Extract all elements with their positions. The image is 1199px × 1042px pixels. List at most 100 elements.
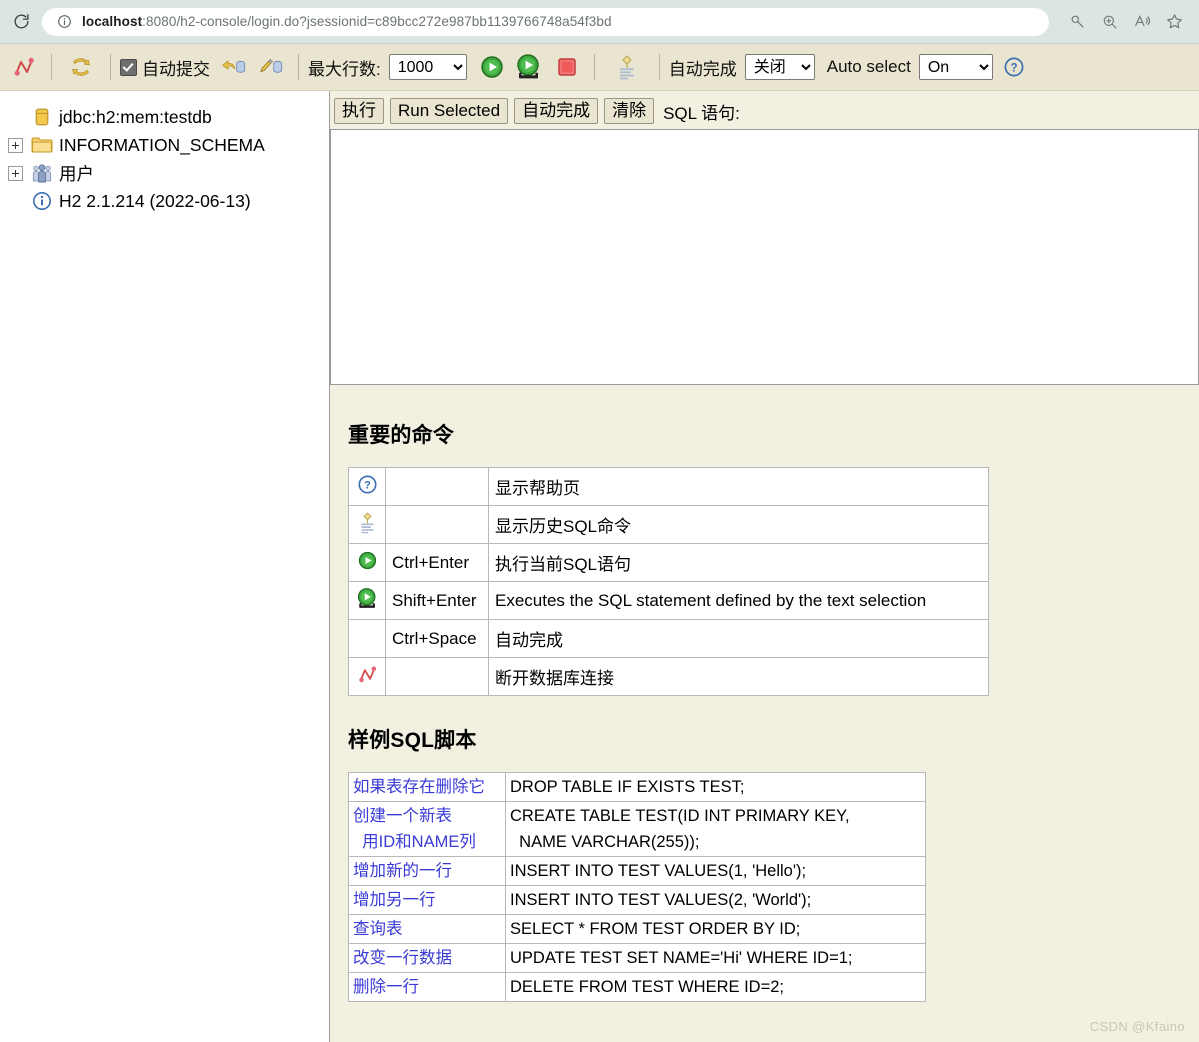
cell-icon: ? [348,467,386,506]
cell-shortcut: Ctrl+Space [385,619,489,658]
autocomplete-button[interactable]: 自动完成 [514,97,599,125]
run-selected-sql-button[interactable]: Run Selected [390,97,509,125]
script-sql: INSERT INTO TEST VALUES(1, 'Hello'); [505,856,926,886]
url-host: localhost [82,14,143,29]
table-row: Ctrl+Space 自动完成 [348,619,989,658]
favorite-star-icon[interactable] [1159,7,1189,37]
toolbar-separator [51,54,52,80]
autoselect-label: Auto select [826,57,911,76]
stop-icon [557,58,576,76]
tree-item-users[interactable]: 用户 [8,159,329,187]
sample-script-table: 如果表存在删除它 DROP TABLE IF EXISTS TEST; 创建一个… [348,772,926,1002]
tree-item-connection[interactable]: jdbc:h2:mem:testdb [8,103,329,131]
table-row: Ctrl+Enter 执行当前SQL语句 [348,543,989,582]
list-item: 增加另一行 INSERT INTO TEST VALUES(2, 'World'… [348,885,926,915]
cell-description: 自动完成 [488,619,989,658]
stop-button[interactable] [549,57,585,77]
key-icon[interactable] [1063,7,1093,37]
toolbar-separator [110,54,111,80]
toolbar-separator [658,54,660,80]
list-item: 删除一行 DELETE FROM TEST WHERE ID=2; [348,972,926,1002]
sample-script-title: 样例SQL脚本 [348,729,477,752]
run-sql-button[interactable]: 执行 [334,97,384,125]
script-sql: DROP TABLE IF EXISTS TEST; [505,772,926,802]
autocomplete-select[interactable]: 关闭正常完全 [744,54,815,80]
main-area: jdbc:h2:mem:testdb INFORMATION_SCHEMA 用户… [0,91,1199,1042]
table-row: 显示历史SQL命令 [348,505,989,544]
tree-item-version: H2 2.1.214 (2022-06-13) [8,187,329,215]
disconnect-button[interactable] [6,55,42,79]
list-item: 改变一行数据 UPDATE TEST SET NAME='Hi' WHERE I… [348,943,926,973]
autocommit-checkbox[interactable] [120,58,137,76]
tree-expand-toggle[interactable] [8,165,23,181]
watermark: CSDN @Kfaino [1089,1019,1185,1034]
autocomplete-label: 自动完成 [668,59,737,79]
tree-item-label: 用户 [59,163,94,184]
rollback-icon [260,58,283,73]
site-info-icon[interactable] [54,12,74,32]
script-comment: 如果表存在删除它 [348,772,506,802]
chrome-action-buttons [1063,7,1189,37]
list-item: 查询表 SELECT * FROM TEST ORDER BY ID; [348,914,926,944]
script-comment: 增加另一行 [348,885,506,915]
cell-description: 显示历史SQL命令 [488,505,989,544]
script-comment: 查询表 [348,914,506,944]
history-icon [360,512,374,533]
list-item: 如果表存在删除它 DROP TABLE IF EXISTS TEST; [348,772,926,802]
cell-description: Executes the SQL statement defined by th… [488,581,989,620]
tree-item-label: jdbc:h2:mem:testdb [59,106,212,127]
refresh-button[interactable] [61,55,101,79]
run-icon [481,56,503,78]
maxrows-group: 最大行数: 102050100200500100010000 [308,54,467,80]
table-row: 断开数据库连接 [348,657,989,696]
help-icon: ? [1004,57,1024,77]
refresh-icon [72,58,90,76]
folder-icon [30,136,54,154]
cell-icon [348,619,386,658]
script-sql: INSERT INTO TEST VALUES(2, 'World'); [505,885,926,915]
script-comment: 增加新的一行 [348,856,506,886]
help-content: 重要的命令 ? 显示帮助页 显示历史SQL命令 Ctrl+Enter 执行当前S… [330,419,1199,1002]
script-sql: DELETE FROM TEST WHERE ID=2; [505,972,926,1002]
cell-description: 断开数据库连接 [488,657,989,696]
autocomplete-group: 自动完成 关闭正常完全 [669,54,815,80]
reload-icon[interactable] [6,7,36,37]
run-selected-icon [357,587,375,608]
autoselect-select[interactable]: OnOff [918,54,993,80]
rollback-button[interactable] [252,56,289,78]
cell-shortcut: Shift+Enter [385,581,489,620]
help-button[interactable]: ? [993,56,1035,78]
maxrows-select[interactable]: 102050100200500100010000 [388,54,467,80]
zoom-icon[interactable] [1095,7,1125,37]
read-aloud-icon[interactable] [1127,7,1157,37]
run-icon [358,551,376,569]
sql-statement-label: SQL 语句: [663,103,740,123]
svg-text:?: ? [1010,63,1017,75]
clear-sql-button[interactable]: 清除 [604,97,655,125]
sql-button-bar: 执行 Run Selected 自动完成 清除 SQL 语句: [330,91,1199,125]
list-item: 增加新的一行 INSERT INTO TEST VALUES(1, 'Hello… [348,856,926,886]
toolbar-separator [593,54,595,80]
commit-button[interactable] [210,56,252,78]
cell-icon [348,657,386,696]
cell-shortcut: Ctrl+Enter [385,543,489,582]
sql-input[interactable] [330,129,1199,385]
info-icon [30,191,54,211]
cell-description: 执行当前SQL语句 [488,543,989,582]
address-bar[interactable]: localhost:8080/h2-console/login.do?jsess… [42,7,1049,36]
run-selected-icon [517,54,539,79]
script-comment: 创建一个新表 用ID和NAME列 [348,801,506,857]
h2-toolbar: 自动提交 最大行数: 102050100200500100010000 [0,44,1199,91]
history-button[interactable] [604,54,650,80]
autocommit-toggle[interactable]: 自动提交 [120,55,210,80]
commands-title: 重要的命令 [348,424,454,447]
cell-icon [348,505,386,544]
run-button[interactable] [467,54,509,80]
tree-item-label: INFORMATION_SCHEMA [59,134,265,155]
cell-icon [348,543,386,582]
cell-description: 显示帮助页 [488,467,989,506]
cell-shortcut [385,657,489,696]
tree-item-information-schema[interactable]: INFORMATION_SCHEMA [8,131,329,159]
run-selected-button[interactable] [509,53,549,81]
tree-expand-toggle[interactable] [8,137,23,153]
